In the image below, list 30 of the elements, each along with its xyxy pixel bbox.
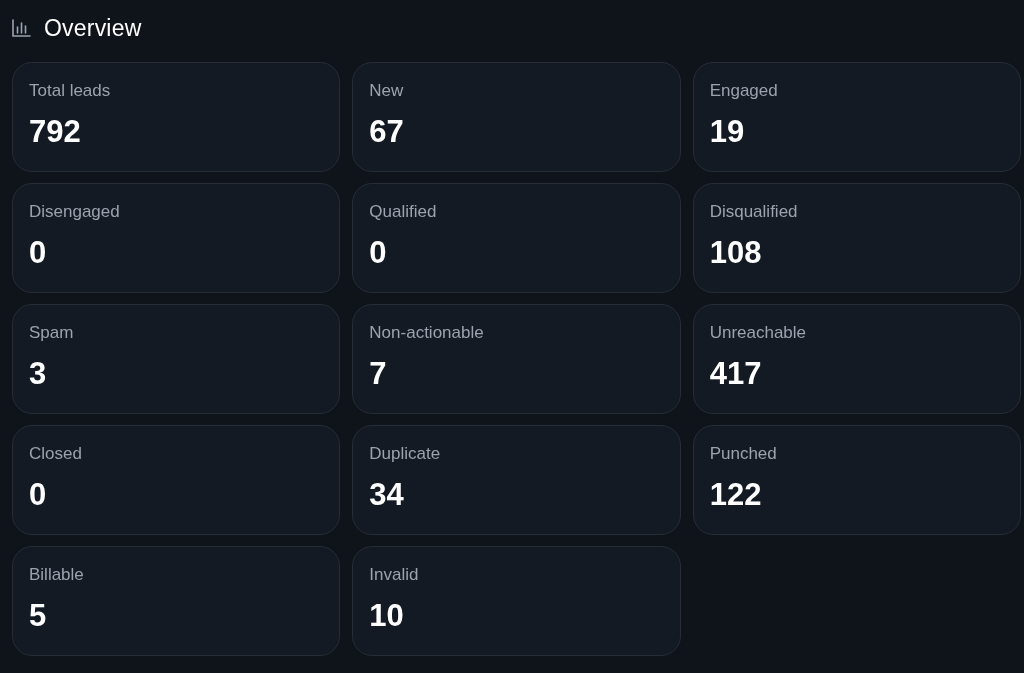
stat-value: 10 [369,598,404,634]
stat-value: 19 [709,114,745,150]
stat-value: 792 [29,114,81,150]
stat-label: Duplicate [369,443,441,465]
stat-label: Unreachable [709,322,807,344]
bar-chart-icon [12,19,31,37]
stat-label: Closed [29,443,82,465]
stat-label: Engaged [709,80,778,102]
stat-label: Spam [29,322,74,344]
stat-value: 5 [29,598,47,634]
stat-value: 67 [369,114,404,150]
stat-value: 0 [29,235,47,271]
stat-value: 3 [29,356,47,392]
stat-label: Punched [709,443,777,465]
stat-value: 34 [369,477,404,513]
stat-label: Billable [29,564,84,586]
stat-value: 0 [29,477,47,513]
stat-label: New [369,80,404,102]
stat-label: Non-actionable [369,322,484,344]
stat-label: Invalid [369,564,419,586]
section-title: Overview [44,14,142,42]
stat-value: 122 [709,477,762,513]
stat-label: Total leads [29,80,111,102]
stat-label: Disqualified [709,201,798,223]
stat-value: 108 [709,235,762,271]
stat-label: Disengaged [29,201,120,223]
stat-value: 7 [369,356,387,392]
stat-value: 0 [369,235,387,271]
stat-value: 417 [709,356,762,392]
stat-label: Qualified [369,201,437,223]
